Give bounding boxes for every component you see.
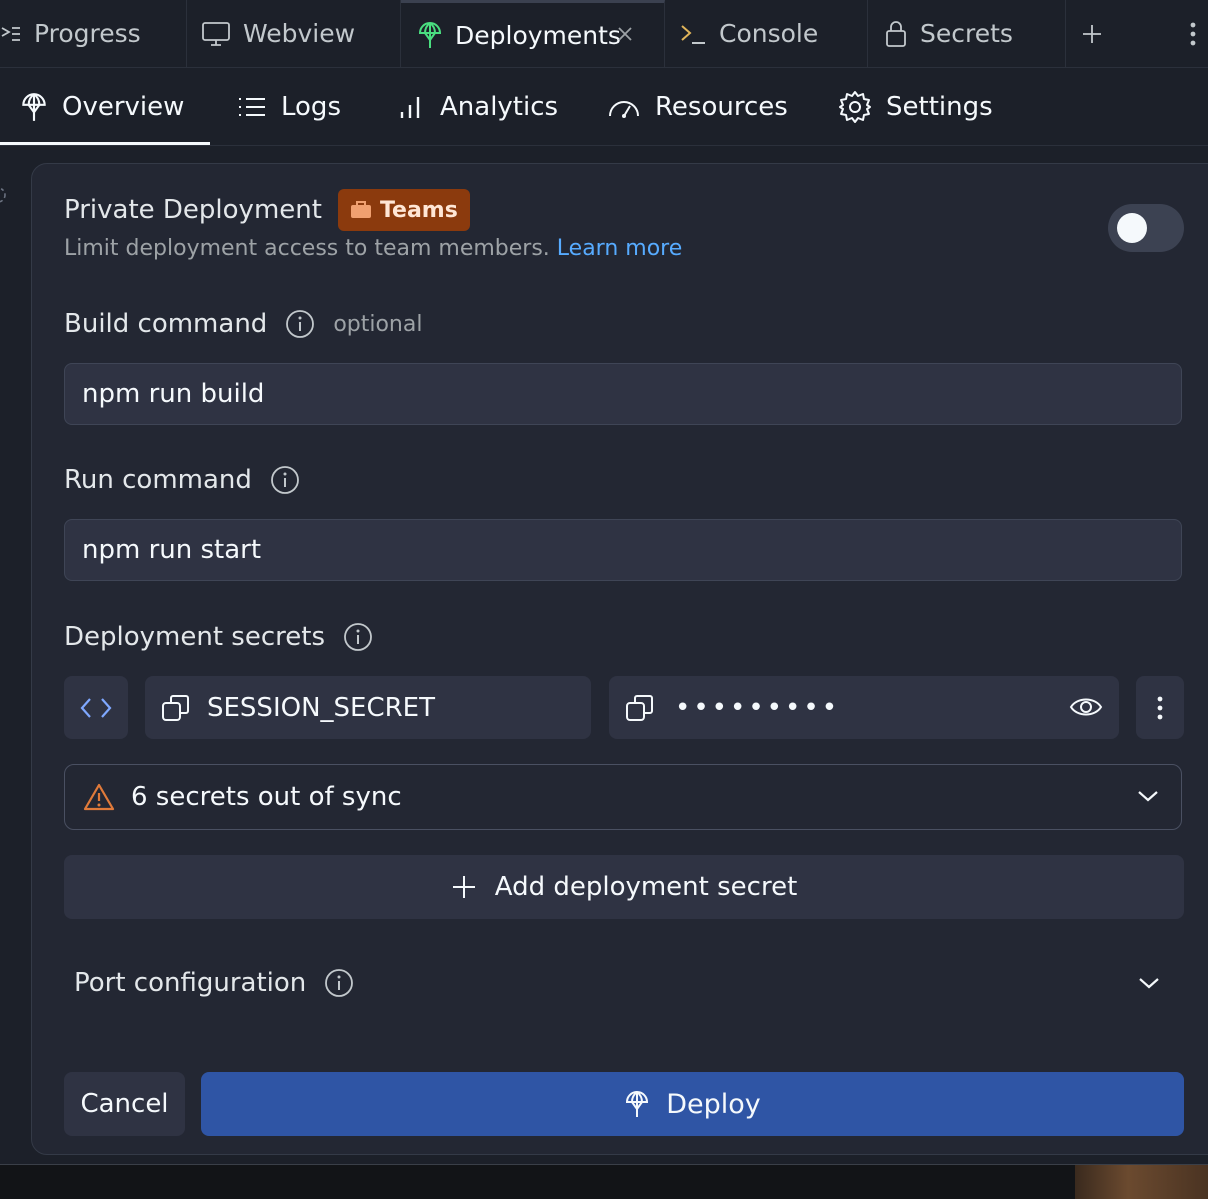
subtab-resources[interactable]: Resources <box>607 68 788 145</box>
deploy-label: Deploy <box>666 1088 761 1120</box>
lock-icon <box>884 19 908 49</box>
thumbnail-image <box>1075 1165 1208 1199</box>
deployments-icon <box>417 20 443 50</box>
run-command-label-row: Run command <box>64 460 300 500</box>
subtab-label: Analytics <box>440 91 559 122</box>
terminal-icon <box>679 22 707 46</box>
build-command-label-row: Build command optional <box>64 304 422 344</box>
subtab-overview[interactable]: Overview <box>0 68 211 145</box>
tab-label: Webview <box>243 19 356 48</box>
progress-icon <box>0 23 22 45</box>
briefcase-icon <box>350 200 372 220</box>
add-secret-label: Add deployment secret <box>494 872 798 902</box>
secret-masked-value: ••••••••• <box>675 692 841 723</box>
eye-icon[interactable] <box>1069 692 1103 722</box>
secrets-out-of-sync-dropdown[interactable]: 6 secrets out of sync <box>64 764 1182 830</box>
private-deployment-toggle[interactable] <box>1108 204 1184 252</box>
warning-icon <box>83 783 115 811</box>
plus-icon <box>451 874 477 900</box>
chevron-down-icon[interactable] <box>1138 976 1160 990</box>
secret-key-value: SESSION_SECRET <box>207 692 435 723</box>
copy-icon[interactable] <box>625 693 655 723</box>
deployments-icon <box>624 1088 650 1120</box>
build-command-label: Build command <box>64 309 268 339</box>
deployment-secrets-label: Deployment secrets <box>64 622 325 652</box>
subtab-logs[interactable]: Logs <box>237 68 341 145</box>
tab-console[interactable]: Console <box>665 0 868 67</box>
private-deployment-row: Private Deployment Teams <box>64 189 470 231</box>
subtab-settings[interactable]: Settings <box>838 68 993 145</box>
learn-more-link[interactable]: Learn more <box>557 236 682 261</box>
gear-icon <box>838 90 872 124</box>
spinner-icon <box>0 185 8 205</box>
subtab-label: Logs <box>281 91 341 122</box>
description-text: Limit deployment access to team members. <box>64 236 550 261</box>
deploy-button[interactable]: Deploy <box>201 1072 1184 1136</box>
tab-label: Deployments <box>455 20 621 50</box>
gauge-icon <box>607 95 641 119</box>
plus-icon <box>1081 23 1103 45</box>
more-vertical-icon <box>1156 695 1164 721</box>
run-command-input[interactable]: npm run start <box>64 519 1182 581</box>
new-tab-button[interactable] <box>1066 0 1130 67</box>
tab-webview[interactable]: Webview <box>187 0 401 67</box>
close-icon[interactable] <box>616 25 634 43</box>
add-deployment-secret-button[interactable]: Add deployment secret <box>64 855 1184 919</box>
run-command-label: Run command <box>64 465 252 495</box>
out-of-sync-text: 6 secrets out of sync <box>131 782 402 812</box>
list-icon <box>237 95 267 119</box>
code-view-button[interactable] <box>64 676 128 739</box>
tab-label: Console <box>719 19 819 48</box>
workspace-tab-bar: Progress Webview Deployments Console Sec… <box>0 0 1208 68</box>
bar-chart-icon <box>398 94 426 120</box>
copy-icon[interactable] <box>161 693 191 723</box>
tab-label: Secrets <box>920 19 1013 48</box>
chevron-down-icon <box>1137 789 1159 803</box>
deployment-subnav: Overview Logs Analytics Resources Settin… <box>0 68 1208 146</box>
subtab-label: Settings <box>886 91 993 122</box>
info-icon[interactable] <box>343 622 373 652</box>
optional-hint: optional <box>333 311 423 337</box>
info-icon[interactable] <box>285 309 315 339</box>
secret-key-field[interactable]: SESSION_SECRET <box>145 676 591 739</box>
secret-value-field[interactable]: ••••••••• <box>609 676 1119 739</box>
subtab-analytics[interactable]: Analytics <box>398 68 558 145</box>
subtab-label: Resources <box>655 91 788 122</box>
private-deployment-title: Private Deployment <box>64 195 322 225</box>
toggle-knob <box>1117 213 1147 243</box>
tab-overflow-button[interactable] <box>1188 0 1208 67</box>
port-configuration-row[interactable]: Port configuration <box>74 963 1184 1003</box>
deployment-secrets-label-row: Deployment secrets <box>64 617 373 657</box>
info-icon[interactable] <box>324 968 354 998</box>
code-icon <box>80 696 112 720</box>
info-icon[interactable] <box>270 465 300 495</box>
teams-badge: Teams <box>337 189 470 231</box>
cancel-button[interactable]: Cancel <box>64 1072 185 1136</box>
build-command-value: npm run build <box>82 379 265 409</box>
badge-label: Teams <box>379 197 458 223</box>
run-command-value: npm run start <box>82 535 262 565</box>
tab-label: Progress <box>34 19 141 48</box>
build-command-input[interactable]: npm run build <box>64 363 1182 425</box>
tab-deployments[interactable]: Deployments <box>401 0 665 67</box>
cancel-label: Cancel <box>80 1089 169 1119</box>
bottom-strip <box>0 1164 1208 1199</box>
tab-secrets[interactable]: Secrets <box>868 0 1066 67</box>
monitor-icon <box>201 21 231 47</box>
port-configuration-label: Port configuration <box>74 968 307 998</box>
deployments-icon <box>20 91 48 123</box>
more-vertical-icon <box>1188 21 1198 47</box>
subtab-label: Overview <box>62 91 185 122</box>
private-deployment-description: Limit deployment access to team members.… <box>64 236 682 261</box>
secret-more-button[interactable] <box>1136 676 1184 739</box>
tab-progress[interactable]: Progress <box>0 0 187 67</box>
